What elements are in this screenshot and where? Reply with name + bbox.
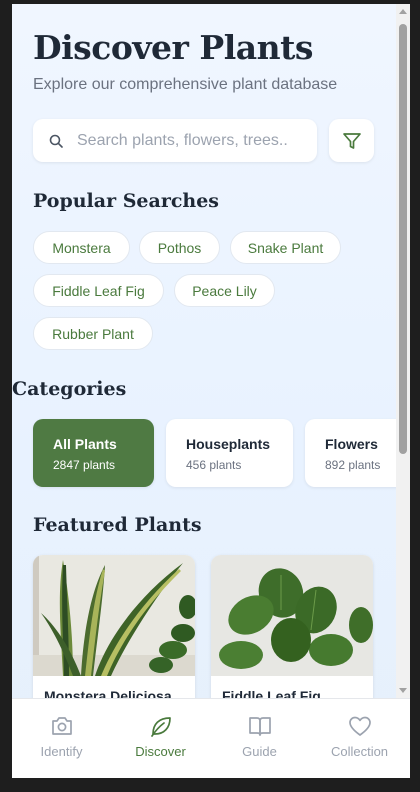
category-count: 2847 plants [53, 458, 116, 472]
scroll-up-arrow-icon[interactable] [399, 9, 407, 14]
featured-plants-title: Featured Plants [33, 514, 202, 536]
scroll-content: Discover Plants Explore our comprehensiv… [12, 4, 396, 698]
page-title: Discover Plants [33, 28, 313, 67]
categories-title: Categories [12, 378, 127, 400]
category-count: 892 plants [325, 458, 381, 472]
vertical-scrollbar[interactable] [396, 4, 410, 698]
tab-collection[interactable]: Collection [309, 699, 410, 778]
filter-icon [342, 132, 361, 149]
tab-discover[interactable]: Discover [111, 699, 210, 778]
popular-searches-title: Popular Searches [33, 190, 220, 212]
scrollbar-thumb[interactable] [399, 24, 407, 454]
search-bar[interactable] [33, 119, 317, 162]
tab-label: Guide [242, 744, 277, 759]
app-screen: Discover Plants Explore our comprehensiv… [12, 4, 410, 778]
filter-button[interactable] [329, 119, 374, 162]
tab-label: Collection [330, 744, 389, 759]
search-chip[interactable]: Pothos [139, 231, 220, 264]
search-chip[interactable]: Peace Lily [174, 274, 275, 307]
category-count: 456 plants [186, 458, 242, 472]
category-name: All Plants [53, 436, 117, 452]
category-card-all-plants[interactable]: All Plants 2847 plants [33, 419, 154, 487]
category-name: Houseplants [186, 436, 271, 452]
search-icon [49, 134, 63, 148]
bottom-tab-bar: Identify Discover Guide Collection [12, 698, 410, 778]
plant-image [211, 555, 373, 676]
plant-card-monstera[interactable]: Monstera Deliciosa [33, 555, 195, 698]
plant-name: Monstera Deliciosa [44, 688, 172, 698]
category-card-houseplants[interactable]: Houseplants 456 plants [166, 419, 293, 487]
scroll-down-arrow-icon[interactable] [399, 688, 407, 693]
tab-guide[interactable]: Guide [210, 699, 309, 778]
book-icon [248, 717, 271, 736]
plant-card-fiddle-leaf-fig[interactable]: Fiddle Leaf Fig [211, 555, 373, 698]
search-chip[interactable]: Rubber Plant [33, 317, 153, 350]
category-name: Flowers [325, 436, 378, 452]
camera-icon [51, 717, 72, 735]
page-subtitle: Explore our comprehensive plant database [33, 76, 338, 93]
leaf-icon [150, 717, 171, 737]
heart-icon [348, 716, 371, 736]
plant-name: Fiddle Leaf Fig [222, 688, 321, 698]
tab-label: Discover [135, 744, 186, 759]
search-input[interactable] [75, 130, 307, 151]
plant-image [33, 555, 195, 676]
search-chip[interactable]: Monstera [33, 231, 130, 264]
category-card-flowers[interactable]: Flowers 892 plants [305, 419, 396, 487]
tab-identify[interactable]: Identify [12, 699, 111, 778]
tab-label: Identify [40, 744, 83, 759]
search-chip[interactable]: Snake Plant [230, 231, 341, 264]
search-chip[interactable]: Fiddle Leaf Fig [33, 274, 164, 307]
